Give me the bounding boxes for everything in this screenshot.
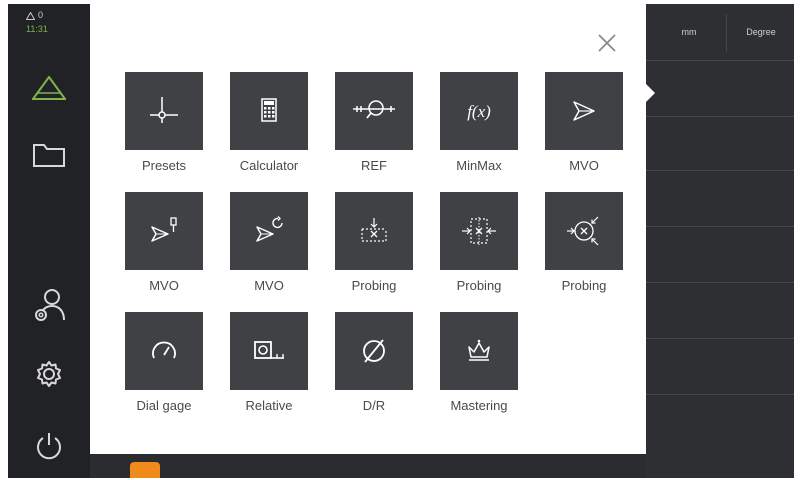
tile-presets[interactable]: Presets [116, 72, 212, 174]
folder-icon[interactable] [8, 142, 90, 168]
unit-mm-header[interactable]: mm [656, 4, 722, 60]
tile-probing-center[interactable]: Probing [431, 192, 527, 294]
mvo-probe-icon [151, 217, 177, 242]
row-divider [646, 116, 794, 117]
probing-center-icon [462, 217, 496, 245]
sidebar: 0 11:31 [8, 4, 90, 478]
row-divider [646, 60, 794, 61]
mvo-arrow-icon [573, 101, 595, 121]
tile-label: Presets [141, 158, 187, 173]
tile-label: Relative [245, 398, 293, 413]
probing-circle-icon [567, 216, 599, 246]
preset-crosshair-icon [150, 97, 178, 123]
row-divider [646, 282, 794, 283]
tile-icon-box [545, 192, 623, 270]
warning-count: 0 [38, 10, 44, 20]
ref-icon [353, 100, 395, 119]
tile-minmax[interactable]: f(x) MinMax [431, 72, 527, 174]
tile-icon-box [335, 312, 413, 390]
tile-label: Mastering [450, 398, 508, 413]
gear-icon[interactable] [8, 360, 90, 388]
tile-icon-box [440, 312, 518, 390]
tile-label: Calculator [239, 158, 299, 173]
tile-label: Probing [561, 278, 607, 293]
tile-label: D/R [362, 398, 386, 413]
fx-icon: f(x) [467, 102, 491, 121]
tile-label: MVO [149, 278, 179, 293]
tile-calculator[interactable]: Calculator [221, 72, 317, 174]
tile-label: MinMax [456, 158, 502, 173]
dialog-pointer [646, 84, 655, 102]
screen: 0 11:31 mm Degree Presets Calculator REF… [8, 4, 794, 478]
diameter-icon [363, 339, 385, 363]
tile-icon-box [125, 312, 203, 390]
tile-mvo-rotate[interactable]: MVO [221, 192, 317, 294]
tile-icon-box [545, 72, 623, 150]
status-area: 0 11:31 [26, 10, 76, 35]
tile-ref[interactable]: REF [326, 72, 422, 174]
quick-access-dialog: Presets Calculator REF f(x) MinMax MVO M… [90, 4, 646, 454]
axis-value-panel: mm Degree [646, 4, 794, 478]
tile-probing-edge[interactable]: Probing [326, 192, 422, 294]
warning-triangle-icon [26, 11, 35, 20]
dial-gage-icon [152, 341, 176, 359]
tile-probing-circle[interactable]: Probing [536, 192, 632, 294]
tile-label: MVO [254, 278, 284, 293]
close-button[interactable] [596, 32, 618, 54]
tile-label: Probing [351, 278, 397, 293]
tile-relative[interactable]: Relative [221, 312, 317, 414]
relative-icon [254, 341, 284, 359]
row-divider [646, 170, 794, 171]
active-tab-indicator[interactable] [130, 462, 160, 478]
tile-icon-box [125, 192, 203, 270]
tile-mastering[interactable]: Mastering [431, 312, 527, 414]
svg-text:f(x): f(x) [467, 102, 491, 121]
tile-icon-box [440, 192, 518, 270]
column-divider [726, 14, 727, 52]
tile-dial-gage[interactable]: Dial gage [116, 312, 212, 414]
tile-icon-box [230, 312, 308, 390]
tile-label: Dial gage [136, 398, 192, 413]
calculator-icon [261, 98, 277, 122]
row-divider [646, 394, 794, 395]
row-divider [646, 338, 794, 339]
tile-icon-box [230, 192, 308, 270]
mastering-crown-icon [468, 339, 490, 361]
tile-icon-box: f(x) [440, 72, 518, 150]
row-divider [646, 226, 794, 227]
tile-label: MVO [569, 158, 599, 173]
clock: 11:31 [26, 24, 48, 34]
tile-label: Probing [456, 278, 502, 293]
tile-label: REF [361, 158, 387, 173]
bottom-bar [90, 454, 646, 478]
unit-degree-header[interactable]: Degree [728, 4, 794, 60]
tile-icon-box [335, 192, 413, 270]
user-settings-icon[interactable] [8, 288, 90, 324]
probing-edge-icon [361, 218, 387, 242]
close-icon [598, 34, 616, 52]
tile-mvo[interactable]: MVO [536, 72, 632, 174]
tile-icon-box [125, 72, 203, 150]
measure-icon[interactable] [8, 76, 90, 100]
power-icon[interactable] [8, 430, 90, 460]
tile-mvo-probe[interactable]: MVO [116, 192, 212, 294]
warning-indicator: 0 [26, 10, 76, 21]
mvo-rotate-icon [256, 216, 283, 242]
tile-icon-box [335, 72, 413, 150]
tile-icon-box [230, 72, 308, 150]
tile-dr[interactable]: D/R [326, 312, 422, 414]
